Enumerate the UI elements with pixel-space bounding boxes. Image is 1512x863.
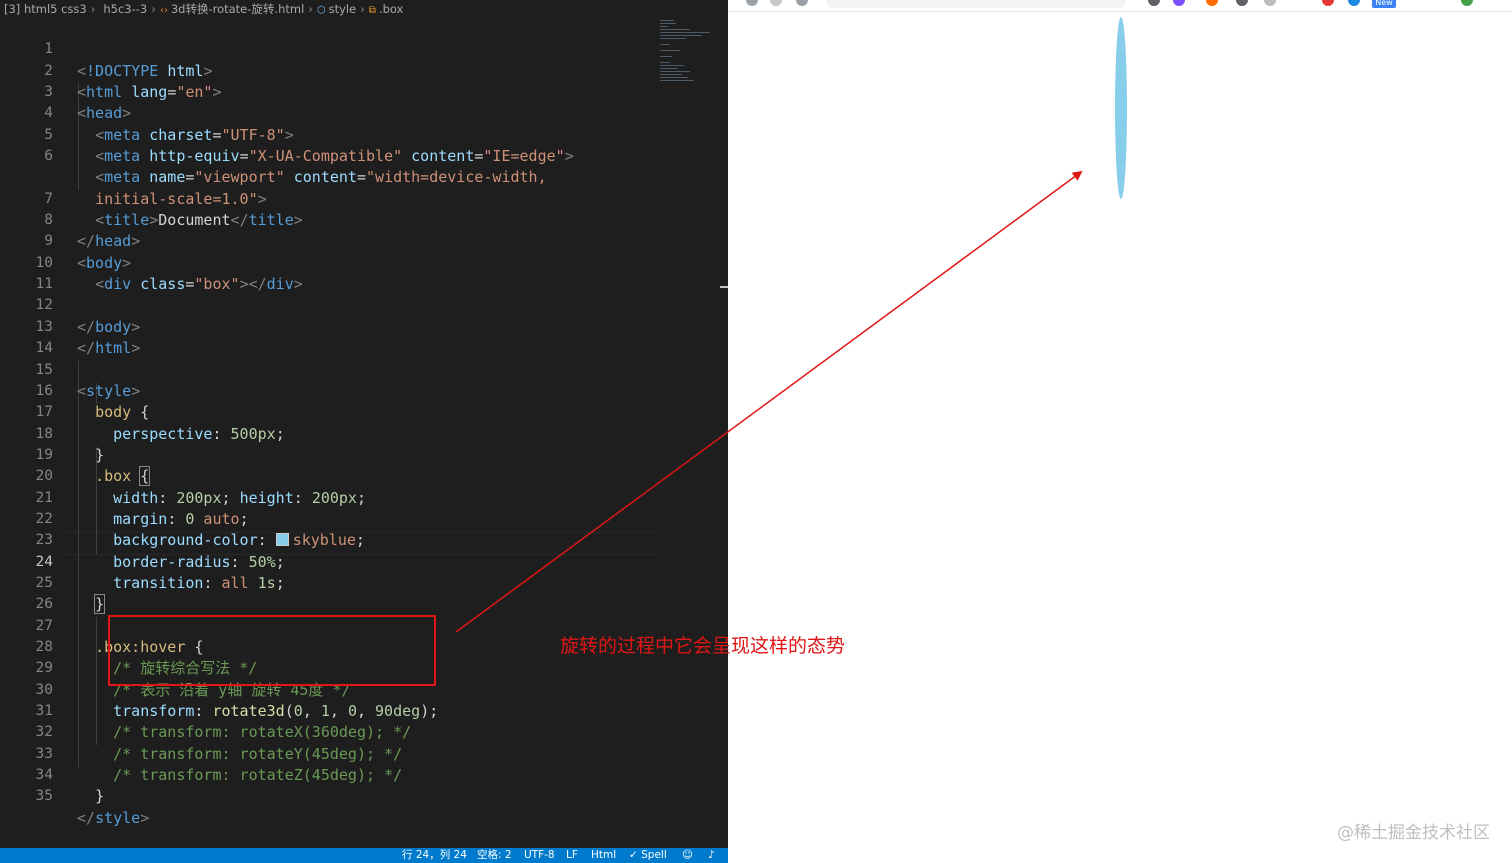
code-line: 13 </html> [0, 295, 700, 357]
cursor-position-status[interactable]: 行 24，列 24 [402, 848, 467, 863]
rotated-box-preview[interactable] [1115, 17, 1127, 199]
watermark: @稀土掘金技术社区 [1337, 823, 1490, 843]
code-line: 14 [0, 317, 700, 356]
code-line: 15 <style> [0, 338, 700, 400]
chevron-right-icon: › [151, 2, 156, 16]
code-line: 32 /* transform: rotateY(45deg); */ [0, 701, 700, 762]
annotation-text: 旋转的过程中它会呈现这样的态势 [560, 635, 846, 657]
code-line: 17 perspective: 500px; [0, 381, 700, 442]
profile-avatar[interactable] [1461, 0, 1473, 6]
breadcrumb-item-file[interactable]: 3d转换-rotate-旋转.html [171, 2, 304, 16]
eol-status[interactable]: LF [566, 848, 578, 863]
code-line: 12 </body> [0, 274, 700, 335]
code-line: 34 } [0, 744, 700, 805]
code-line: 4 <meta charset="UTF-8"> [0, 82, 700, 143]
scrollbar-position-marker [720, 286, 728, 288]
browser-toolbar: New [728, 0, 1512, 12]
code-line: 20 width: 200px; height: 200px; [0, 445, 700, 506]
code-line-wrapped: initial-scale=1.0"> [95, 189, 267, 208]
extension-icon[interactable] [1148, 0, 1160, 6]
code-line: 2 <html lang="en"> [0, 39, 700, 101]
code-line: 22 background-color: skyblue; [0, 488, 700, 549]
extension-icon[interactable] [1236, 0, 1248, 6]
code-line: 1 <!DOCTYPE html> [0, 18, 700, 79]
code-line: 8 </head> [0, 189, 700, 250]
code-line: 10 <div class="box"></div> [0, 231, 700, 293]
minimap[interactable] [660, 18, 720, 88]
code-line: 16 body { [0, 360, 700, 421]
breadcrumb: [3] html5 css3 › h5c3--3 › ‹› 3d转换-rotate-旋转.… [0, 0, 728, 18]
code-line: 18 } [0, 402, 700, 464]
code-line: 26 [0, 573, 700, 612]
new-badge: New [1372, 0, 1396, 8]
extension-icon[interactable] [1264, 0, 1276, 6]
chevron-right-icon: › [90, 2, 96, 16]
code-line: 5 <meta http-equiv="X-UA-Compatible" con… [0, 103, 700, 165]
code-line: 27 .box:hover { [0, 594, 700, 656]
code-line: 19 .box { [0, 424, 700, 487]
code-line: 23 border-radius: 50%; [0, 509, 700, 570]
status-bar: 行 24，列 24 空格: 2 UTF-8 LF Html ✓ Spell ☺ … [0, 848, 728, 863]
spell-check-status[interactable]: ✓ Spell [629, 848, 667, 863]
code-line: 9 <body> [0, 210, 700, 271]
code-line: 21 margin: 0 auto; [0, 466, 700, 528]
language-mode-status[interactable]: Html [591, 848, 616, 863]
code-line: 3 <head> [0, 61, 700, 122]
encoding-status[interactable]: UTF-8 [524, 848, 555, 863]
code-line-current: 24 transition: all 1s; [0, 530, 700, 592]
extension-icon[interactable] [1206, 0, 1218, 6]
extension-icon[interactable] [1348, 0, 1360, 6]
vertical-scrollbar[interactable] [720, 18, 728, 848]
code-editor[interactable]: [3] html5 css3 › h5c3--3 › ‹› 3d转换-rotate-旋转.… [0, 0, 728, 863]
code-line: 7 <title>Document</title> [0, 167, 700, 229]
chevron-right-icon: › [360, 2, 365, 16]
indentation-status[interactable]: 空格: 2 [477, 848, 512, 863]
browser-preview: New [728, 0, 1512, 863]
line-number: 35 [35, 788, 53, 805]
reload-icon[interactable] [796, 0, 808, 6]
chevron-right-icon: › [308, 2, 313, 16]
annotation-highlight-box [108, 615, 436, 686]
bell-icon[interactable]: ♪ [708, 848, 715, 863]
breadcrumb-item-subfolder[interactable]: h5c3--3 [99, 0, 147, 18]
breadcrumb-item-selector[interactable]: .box [379, 2, 403, 16]
code-line: 33 /* transform: rotateZ(45deg); */ [0, 722, 700, 784]
forward-icon[interactable] [770, 0, 782, 6]
back-icon[interactable] [746, 0, 758, 6]
code-line: 25 } [0, 552, 700, 615]
code-line: 11 [0, 253, 700, 292]
code-line: 35 </style> [0, 765, 700, 826]
extension-icon[interactable] [1173, 0, 1185, 6]
extension-icon[interactable] [1322, 0, 1334, 6]
breadcrumb-item-style[interactable]: style [329, 2, 357, 16]
feedback-icon[interactable]: ☺ [682, 848, 693, 863]
code-line: 6 <meta name="viewport" content="width=d… [0, 125, 700, 186]
address-bar[interactable] [826, 0, 1126, 8]
breadcrumb-item-folder[interactable]: [3] html5 css3 [0, 0, 87, 18]
